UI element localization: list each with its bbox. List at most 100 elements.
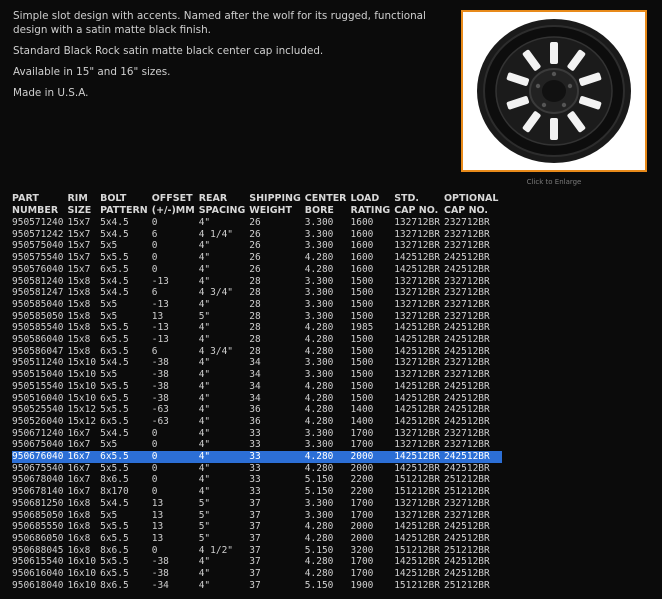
- table-cell: 26: [249, 252, 261, 264]
- table-cell: 16x7: [67, 474, 91, 486]
- table-cell: 4 3/4": [198, 345, 234, 357]
- table-cell: 950681250: [12, 497, 64, 509]
- table-row[interactable]: 950576040 15x7 6x5.5 0 4" 26 4.280 1600 142512BR…: [12, 264, 502, 276]
- table-cell: 5": [198, 310, 211, 322]
- table-cell: 0: [151, 544, 158, 556]
- table-row[interactable]: 950586040 15x8 6x5.5 -13 4" 28 4.280 1500 142512…: [12, 334, 502, 346]
- table-cell: 15x10: [67, 369, 97, 381]
- table-row[interactable]: 950571240 15x7 5x4.5 0 4" 26 3.300 1600 132712BR…: [12, 217, 502, 229]
- table-cell: 232712BR: [443, 298, 490, 310]
- click-to-enlarge-link[interactable]: Click to Enlarge: [461, 178, 647, 186]
- table-row[interactable]: 950681250 16x8 5x4.5 13 5" 37 3.300 1700 132712B…: [12, 498, 502, 510]
- table-row[interactable]: 950585050 15x8 5x5 13 5" 28 3.300 1500 132712BR 2…: [12, 311, 502, 323]
- table-row[interactable]: 950678140 16x7 8x170 0 4" 33 5.150 2200 151212BR…: [12, 486, 502, 498]
- table-cell: 15x12: [67, 404, 97, 416]
- table-row[interactable]: 950678040 16x7 8x6.5 0 4" 33 5.150 2200 151212BR…: [12, 474, 502, 486]
- table-row[interactable]: 950581247 15x8 5x4.5 6 4 3/4" 28 3.300 1500 1327…: [12, 287, 502, 299]
- table-row[interactable]: 950585540 15x8 5x5.5 -13 4" 28 4.280 1985 142512…: [12, 322, 502, 334]
- table-cell: 132712BR: [394, 287, 440, 299]
- table-cell: 15x8: [67, 275, 91, 287]
- table-cell: 950678140: [12, 486, 64, 498]
- table-row[interactable]: 950526040 15x12 6x5.5 -63 4" 36 4.280 1400 14251…: [12, 416, 502, 428]
- table-cell: 1700: [350, 509, 374, 521]
- table-cell: 6x5.5: [100, 568, 129, 580]
- table-row[interactable]: 950675540 16x7 5x5.5 0 4" 33 4.280 2000 142512BR…: [12, 463, 502, 475]
- table-row[interactable]: 950618040 16x10 8x6.5 -34 4" 37 5.150 1900 15121…: [12, 580, 502, 592]
- table-cell: 15x8: [67, 345, 91, 357]
- column-header-line: CAP NO.: [443, 205, 488, 216]
- table-cell: 950678040: [12, 474, 64, 486]
- table-cell: 242512BR: [443, 345, 490, 357]
- table-row[interactable]: 950525540 15x12 5x5.5 -63 4" 36 4.280 1400 14251…: [12, 404, 502, 416]
- table-row[interactable]: 950675040 16x7 5x5 0 4" 33 3.300 1700 132712BR 23…: [12, 439, 502, 451]
- table-cell: 5x4.5: [100, 427, 129, 439]
- table-row[interactable]: 950685550 16x8 5x5.5 13 5" 37 4.280 2000 142512B…: [12, 521, 502, 533]
- table-cell: 1500: [350, 392, 374, 404]
- table-cell: 16x7: [67, 427, 91, 439]
- table-row[interactable]: 950685050 16x8 5x5 13 5" 37 3.300 1700 132712BR 2…: [12, 510, 502, 522]
- table-cell: 15x7: [67, 240, 91, 252]
- table-body: 950571240 15x7 5x4.5 0 4" 26 3.300 1600 132712BR…: [12, 217, 503, 592]
- table-cell: 28: [249, 345, 261, 357]
- table-cell: 950676040: [12, 451, 68, 463]
- table-cell: 950581240: [12, 275, 64, 287]
- table-row[interactable]: 950575040 15x7 5x5 0 4" 26 3.300 1600 132712BR 23…: [12, 240, 502, 252]
- column-header-line: REAR: [198, 193, 228, 204]
- table-row[interactable]: 950515040 15x10 5x5 -38 4" 34 3.300 1500 132712B…: [12, 369, 502, 381]
- table-row[interactable]: 950586047 15x8 6x5.5 6 4 3/4" 28 4.280 1500 1425…: [12, 346, 502, 358]
- table-row[interactable]: 950585040 15x8 5x5 -13 4" 28 3.300 1500 132712BR…: [12, 299, 502, 311]
- column-header-line: PART: [12, 193, 39, 204]
- table-cell: 4.280: [304, 462, 334, 474]
- table-cell: 142512BR: [394, 380, 440, 392]
- table-cell: 950685550: [12, 521, 64, 533]
- table-cell: 142512BR: [394, 252, 440, 264]
- table-row[interactable]: 950581240 15x8 5x4.5 -13 4" 28 3.300 1500 132712…: [12, 276, 502, 288]
- table-cell: 3.300: [304, 228, 334, 240]
- column-header: REAR SPACING: [199, 193, 250, 217]
- table-cell: 5": [198, 497, 211, 509]
- table-cell: 4": [198, 392, 211, 404]
- table-cell: 5x4.5: [100, 287, 129, 299]
- table-row[interactable]: 950686050 16x8 6x5.5 13 5" 37 4.280 2000 142512B…: [12, 533, 502, 545]
- table-row[interactable]: 950676040 16x7 6x5.5 0 4" 33 4.280 2000 142512BR…: [12, 451, 503, 463]
- table-row[interactable]: 950688045 16x8 8x6.5 0 4 1/2" 37 5.150 3200 1512…: [12, 545, 502, 557]
- table-cell: 16x7: [67, 486, 91, 498]
- table-row[interactable]: 950615540 16x10 5x5.5 -38 4" 37 4.280 1700 14251…: [12, 556, 502, 568]
- table-cell: 3.300: [304, 497, 334, 509]
- table-cell: 15x12: [67, 415, 97, 427]
- table-cell: 4.280: [304, 252, 334, 264]
- table-row[interactable]: 950571242 15x7 5x4.5 6 4 1/4" 26 3.300 1600 1327…: [12, 229, 502, 241]
- table-row[interactable]: 950575540 15x7 5x5.5 0 4" 26 4.280 1600 142512BR…: [12, 252, 502, 264]
- table-row[interactable]: 950516040 15x10 6x5.5 -38 4" 34 4.280 1500 14251…: [12, 393, 502, 405]
- table-cell: 242512BR: [443, 322, 490, 334]
- table-cell: 1700: [350, 556, 374, 568]
- table-cell: 232712BR: [443, 217, 490, 228]
- table-row[interactable]: 950515540 15x10 5x5.5 -38 4" 34 4.280 1500 14251…: [12, 381, 502, 393]
- table-cell: 28: [249, 322, 261, 334]
- column-header-line: RATING: [350, 205, 391, 216]
- table-cell: 1600: [350, 263, 374, 275]
- table-cell: 232712BR: [443, 275, 490, 287]
- table-row[interactable]: 950616040 16x10 6x5.5 -38 4" 37 4.280 1700 14251…: [12, 568, 502, 580]
- column-header-line: SHIPPING: [249, 193, 301, 204]
- table-cell: 4": [198, 369, 211, 381]
- table-cell: 242512BR: [443, 462, 490, 474]
- table-cell: 1500: [350, 287, 374, 299]
- wheel-image[interactable]: [461, 10, 647, 172]
- table-cell: 4.280: [304, 392, 334, 404]
- table-cell: 33: [249, 486, 261, 498]
- column-header-line: (+/-)MM: [151, 205, 195, 216]
- table-cell: 232712BR: [443, 497, 490, 509]
- table-cell: 16x8: [67, 544, 91, 556]
- table-row[interactable]: 950511240 15x10 5x4.5 -38 4" 34 3.300 1500 13271…: [12, 357, 502, 369]
- wheel-spec-table: PART NUMBER RIM SIZE BOLT PATTERN OFFSET (+/-)M…: [12, 193, 503, 592]
- table-cell: 34: [249, 369, 261, 381]
- table-cell: 1500: [350, 310, 374, 322]
- table-cell: 4": [198, 322, 211, 334]
- table-cell: 36: [249, 404, 261, 416]
- table-cell: 33: [249, 427, 261, 439]
- table-cell: 36: [249, 415, 261, 427]
- table-row[interactable]: 950671240 16x7 5x4.5 0 4" 33 3.300 1700 132712BR…: [12, 428, 502, 440]
- table-cell: 950575540: [12, 252, 64, 264]
- table-cell: 1400: [350, 404, 374, 416]
